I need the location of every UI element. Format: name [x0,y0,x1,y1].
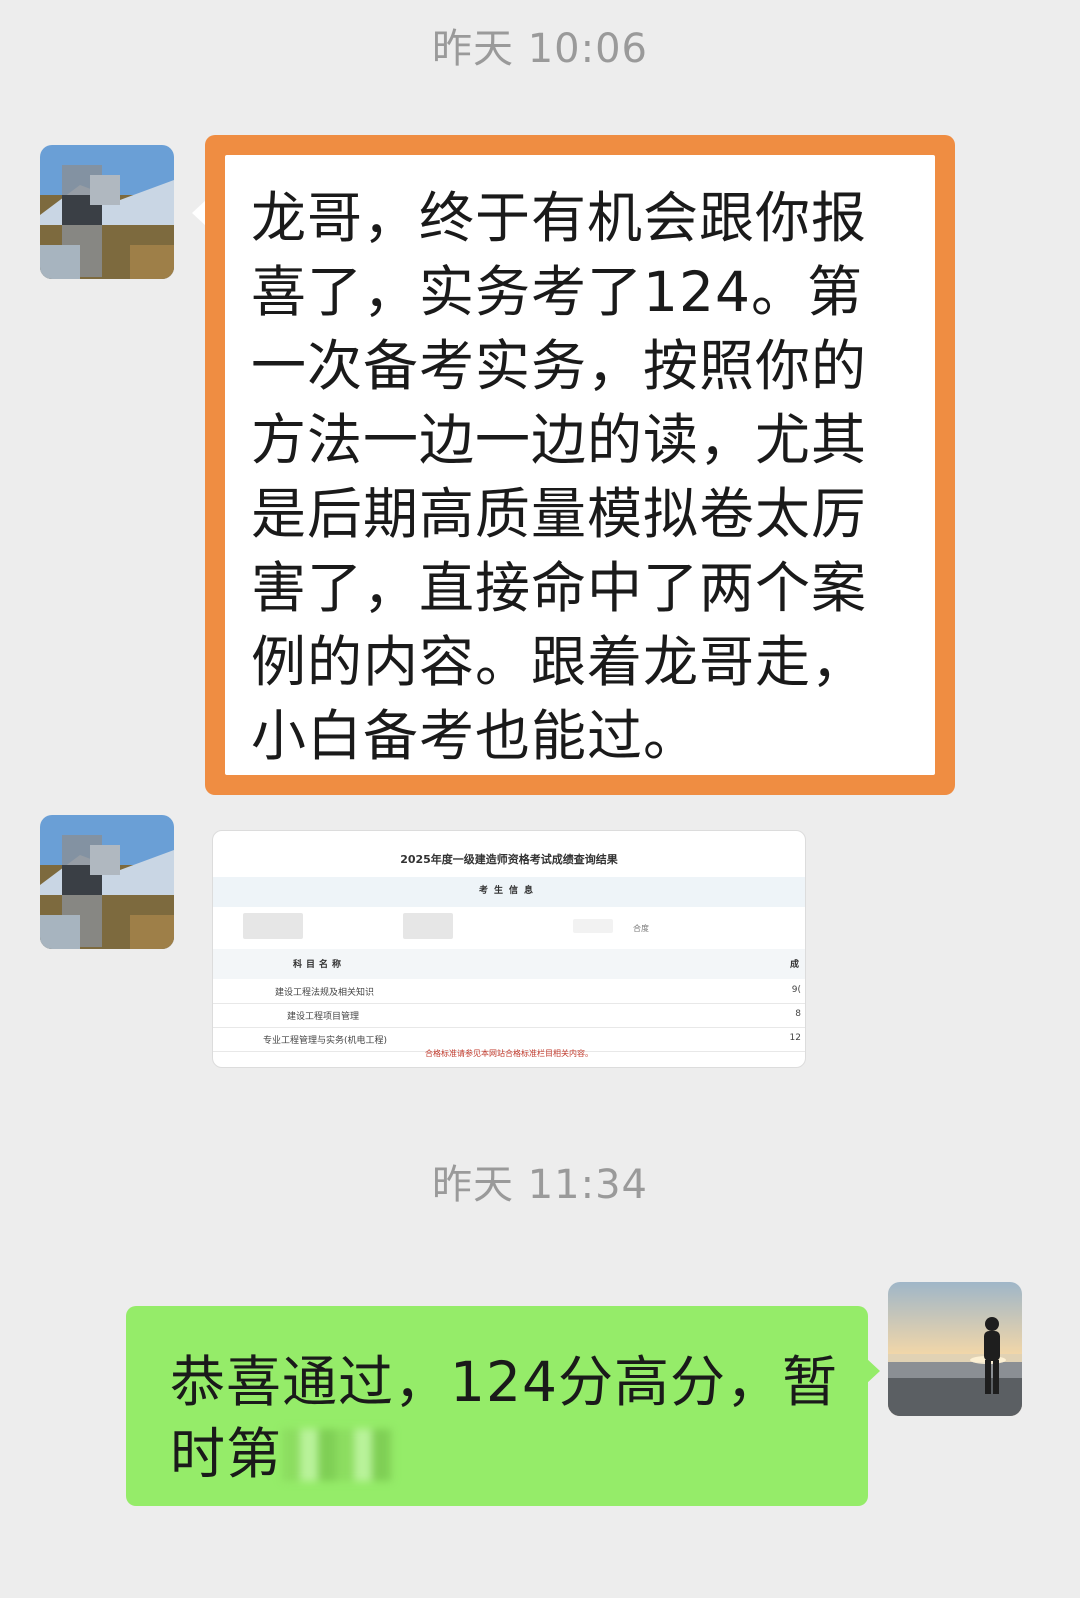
contact-avatar-icon[interactable] [40,145,174,279]
image-note: 合格标准请参见本网站合格标准栏目相关内容。 [425,1049,593,1058]
table-row: 建设工程法规及相关知识 9( [213,979,805,1004]
redacted-block [243,913,303,939]
reply-bubble[interactable]: 恭喜通过，124分高分，暂 时第 [126,1306,868,1506]
image-side-text: 合度 [633,924,649,933]
timestamp-2: 昨天 11:34 [432,1162,648,1208]
reply-line-2: 时第 [170,1418,850,1490]
image-title: 2025年度一级建造师资格考试成绩查询结果 [400,853,618,866]
message-bubble-highlight[interactable]: 龙哥，终于有机会跟你报喜了，实务考了124。第一次备考实务，按照你的方法一边一边… [205,135,955,795]
contact-avatar-icon[interactable] [40,815,174,949]
image-message[interactable]: 2025年度一级建造师资格考试成绩查询结果 考生信息 合度 科目名称 成 建设工… [212,830,806,1068]
redacted-text [282,1429,393,1481]
reply-line-2-text: 时第 [170,1422,283,1486]
redacted-block [573,919,613,933]
image-column-score: 成 [789,960,799,970]
message-text: 龙哥，终于有机会跟你报喜了，实务考了124。第一次备考实务，按照你的方法一边一边… [251,186,868,768]
redacted-block [403,913,453,939]
table-row: 建设工程项目管理 8 [213,1003,805,1028]
image-subtitle: 考生信息 [478,886,539,896]
timestamp-1: 昨天 10:06 [432,26,648,72]
reply-text: 恭喜通过，124分高分，暂 时第 [170,1346,850,1490]
my-avatar-icon[interactable] [888,1282,1022,1416]
bubble-tail [866,1358,880,1384]
reply-line-1: 恭喜通过，124分高分，暂 [170,1350,838,1414]
image-column-subject: 科目名称 [293,960,346,970]
bubble-tail [192,200,206,226]
